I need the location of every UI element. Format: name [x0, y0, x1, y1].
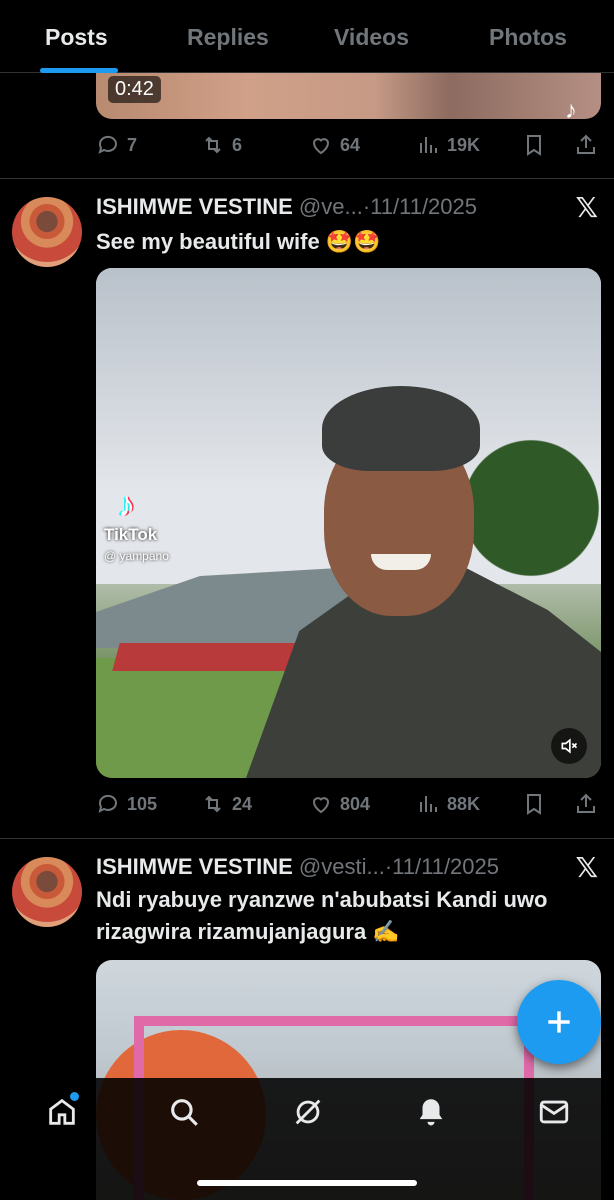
post2-header: ISHIMWE VESTINE @ve...·11/11/2025: [96, 194, 477, 220]
repost-count: 6: [232, 134, 243, 155]
mute-button[interactable]: [551, 728, 587, 764]
like-button[interactable]: 64: [309, 133, 360, 157]
person-cap: [322, 386, 480, 471]
bookmark-button[interactable]: [522, 133, 553, 157]
repost-button[interactable]: 24: [201, 792, 252, 816]
display-name[interactable]: ISHIMWE VESTINE: [96, 194, 293, 219]
views-button[interactable]: 19K: [416, 133, 480, 157]
views-icon: [420, 137, 437, 153]
post-divider: [0, 178, 614, 179]
share-button[interactable]: [574, 133, 605, 157]
tab-posts[interactable]: Posts: [45, 24, 108, 51]
tiktok-handle: @ yampano: [104, 549, 169, 563]
avatar[interactable]: [12, 857, 82, 927]
reply-button[interactable]: 7: [96, 133, 137, 157]
post-divider: [0, 838, 614, 839]
video-frame-person: [246, 386, 601, 778]
speaker-muted-icon: [561, 738, 578, 754]
views-icon: [420, 796, 437, 812]
tab-photos[interactable]: Photos: [489, 24, 567, 51]
bell-icon: [419, 1099, 443, 1126]
bookmark-button[interactable]: [522, 792, 553, 816]
tab-replies[interactable]: Replies: [187, 24, 269, 51]
tiktok-icon: ♪: [118, 486, 135, 524]
display-name[interactable]: ISHIMWE VESTINE: [96, 854, 293, 879]
tiktok-icon: ♪: [565, 97, 577, 119]
profile-tabs: Posts Replies Videos Photos: [0, 0, 614, 73]
x-logo-icon: 𝕏: [575, 192, 598, 223]
heart-icon: [312, 797, 330, 814]
bookmark-icon: [527, 794, 541, 815]
tab-videos[interactable]: Videos: [334, 24, 409, 51]
handle-and-date[interactable]: @ve...·11/11/2025: [299, 194, 477, 219]
bookmark-icon: [527, 135, 541, 156]
plus-icon: [548, 1011, 570, 1033]
post-text: See my beautiful wife 🤩🤩: [96, 229, 381, 254]
tiktok-watermark: ♪ TikTok @ yampano: [104, 486, 169, 565]
repost-icon: [205, 136, 221, 154]
notification-dot: [70, 1092, 79, 1101]
repost-icon: [205, 795, 221, 813]
nav-notifications[interactable]: [411, 1092, 451, 1132]
like-button[interactable]: 804: [309, 792, 370, 816]
post1-video[interactable]: 0:42 ♪: [96, 73, 601, 119]
search-icon: [171, 1099, 198, 1126]
nav-search[interactable]: [164, 1092, 204, 1132]
home-indicator: [197, 1180, 417, 1186]
post1-actions: 7 6 64 19K: [96, 133, 601, 163]
repost-count: 24: [232, 793, 253, 814]
post3-header: ISHIMWE VESTINE @vesti...·11/11/2025: [96, 854, 499, 880]
share-icon: [577, 793, 595, 813]
nav-messages[interactable]: [534, 1092, 574, 1132]
like-count: 64: [340, 134, 361, 155]
avatar[interactable]: [12, 197, 82, 267]
heart-icon: [312, 138, 330, 155]
video-duration: 0:42: [108, 76, 161, 103]
person-smile: [371, 554, 431, 570]
share-icon: [577, 134, 595, 154]
views-count: 88K: [447, 793, 481, 814]
repost-button[interactable]: 6: [201, 133, 242, 157]
grok-icon: [295, 1099, 321, 1125]
like-count: 804: [340, 793, 371, 814]
post-text: Ndi ryabuye ryanzwe n'abubatsi Kandi uwo…: [96, 887, 548, 944]
compose-button[interactable]: [517, 980, 601, 1064]
post2-actions: 105 24 804 88K: [96, 792, 601, 822]
reply-icon: [98, 794, 117, 813]
reply-button[interactable]: 105: [96, 792, 157, 816]
share-button[interactable]: [574, 792, 605, 816]
mail-icon: [539, 1100, 569, 1124]
reply-count: 105: [127, 793, 158, 814]
views-button[interactable]: 88K: [416, 792, 480, 816]
reply-icon: [98, 135, 117, 154]
tiktok-label: TikTok: [104, 525, 158, 544]
reply-count: 7: [127, 134, 138, 155]
handle-and-date[interactable]: @vesti...·11/11/2025: [299, 854, 499, 879]
views-count: 19K: [447, 134, 481, 155]
x-logo-icon: 𝕏: [575, 852, 598, 883]
post2-video[interactable]: ♪ TikTok @ yampano: [96, 268, 601, 778]
nav-grok[interactable]: [288, 1092, 328, 1132]
